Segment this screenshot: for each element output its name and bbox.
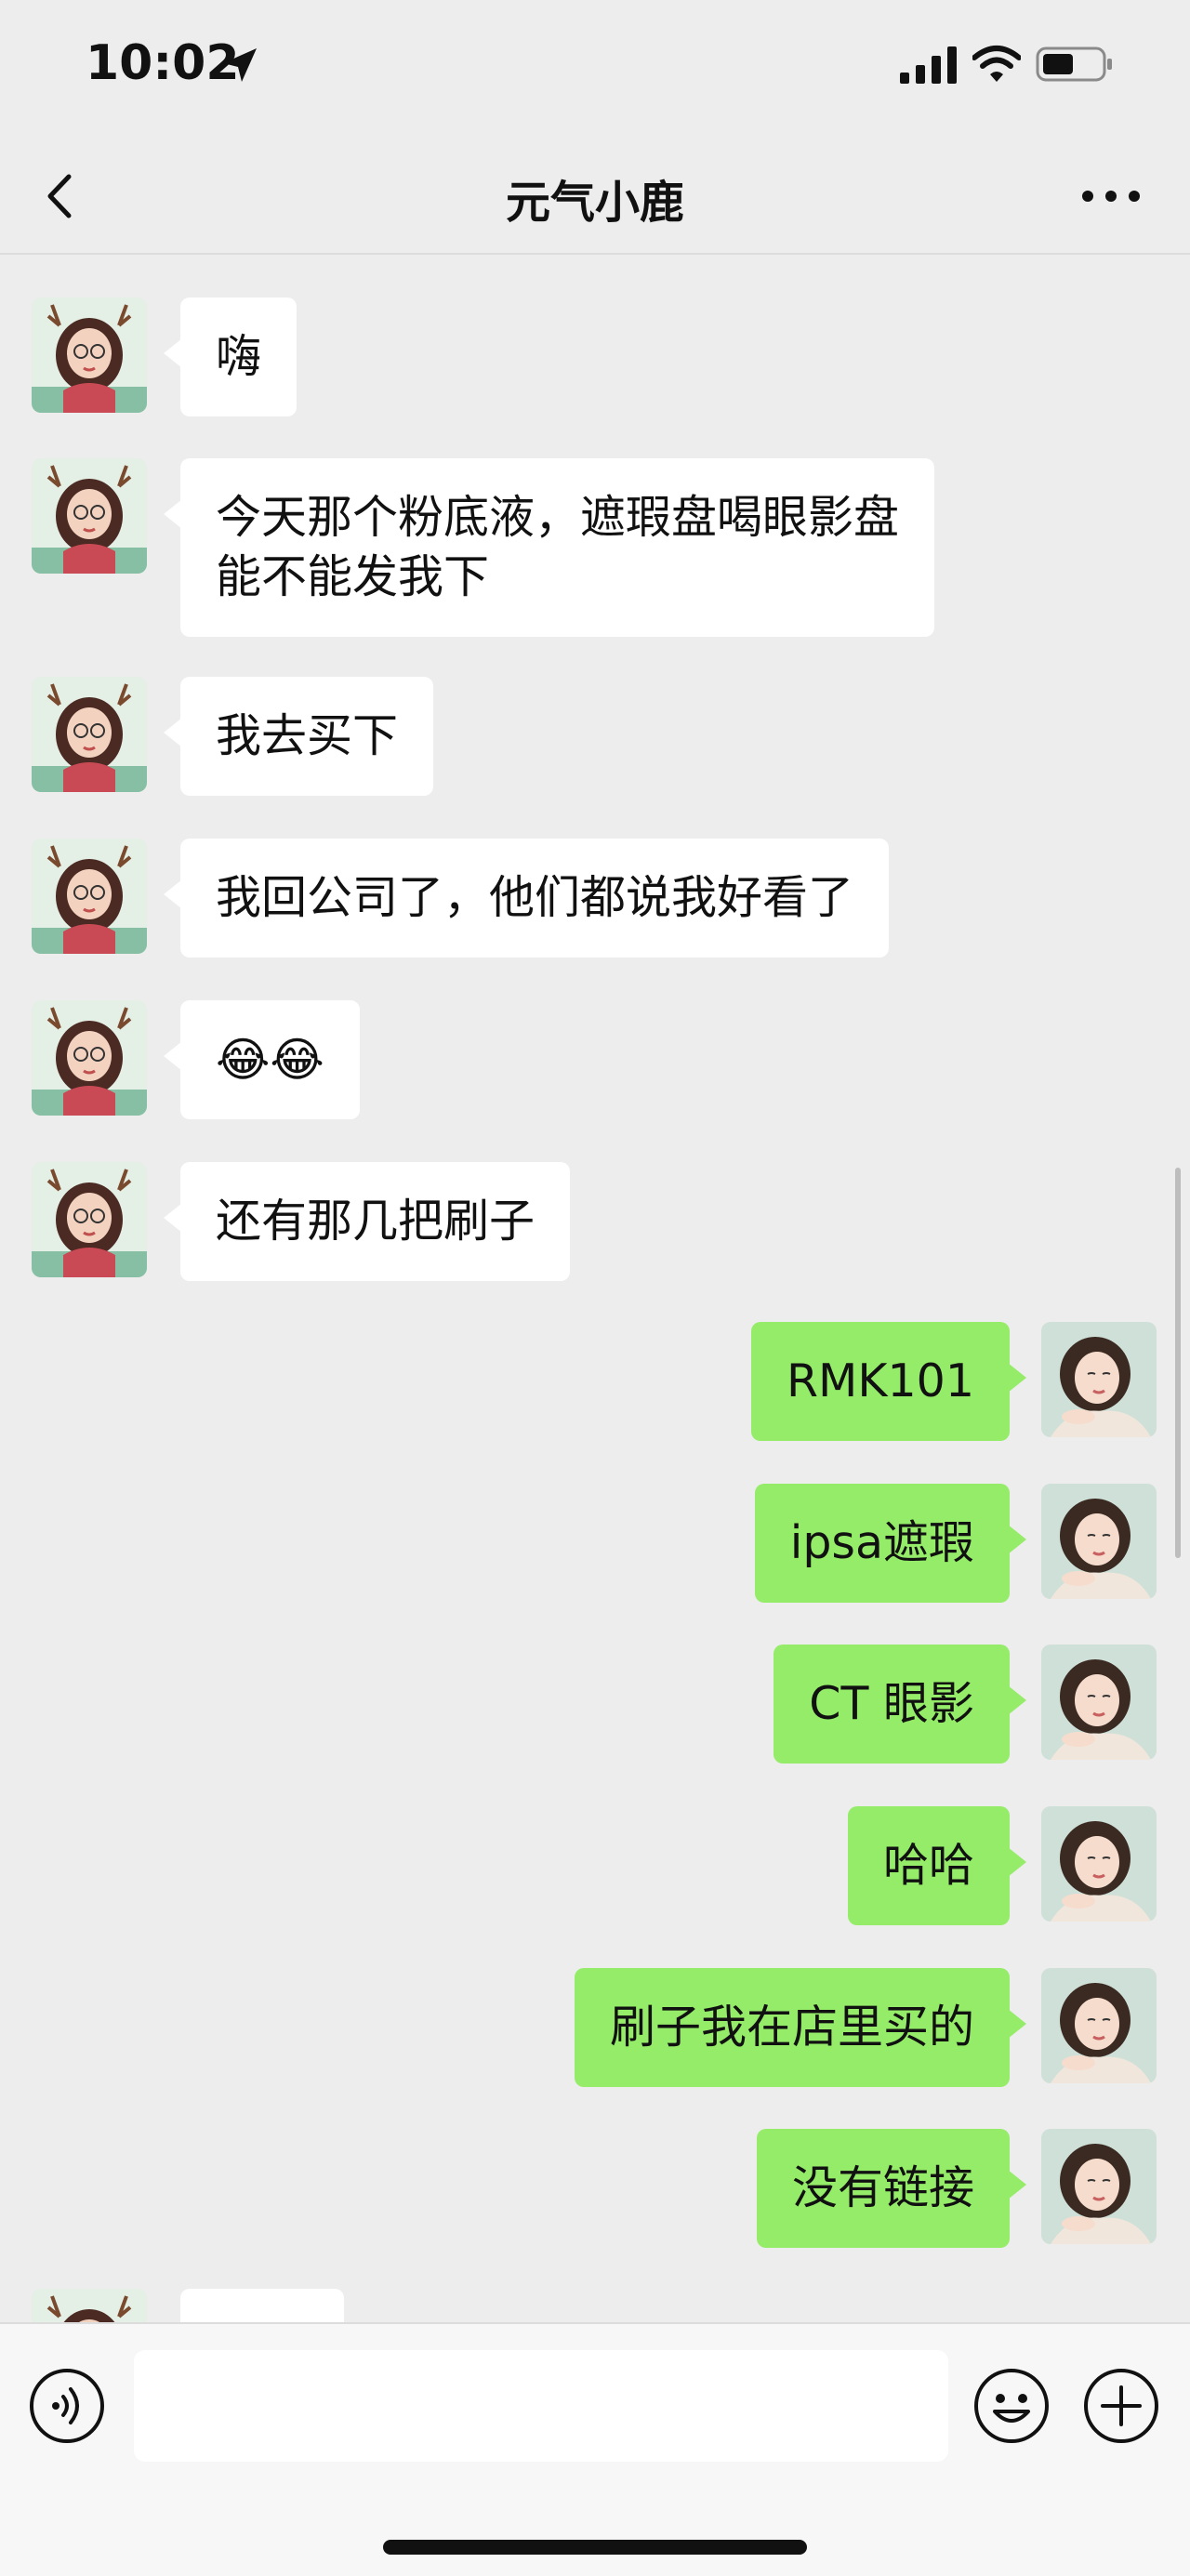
cellular-signal-icon [900, 46, 957, 84]
outgoing-message-bubble[interactable]: 刷子我在店里买的 [574, 1968, 1027, 2087]
input-bar [0, 2322, 1190, 2576]
status-bar: 10:02 [0, 0, 1190, 139]
contact-avatar[interactable] [32, 2289, 147, 2322]
user-avatar[interactable] [1041, 1484, 1157, 1599]
contact-avatar[interactable] [32, 677, 147, 792]
user-avatar[interactable] [1041, 2129, 1157, 2244]
contact-avatar[interactable] [32, 1000, 147, 1116]
chat-header: 元气小鹿 [0, 139, 1190, 255]
scrollbar[interactable] [1175, 1168, 1181, 1558]
incoming-message-bubble[interactable]: 我回公司了，他们都说我好看了 [163, 839, 890, 958]
status-time: 10:02 [86, 35, 240, 91]
more-dots-icon[interactable] [1078, 182, 1144, 210]
battery-icon [1036, 46, 1112, 82]
location-arrow-icon [223, 48, 257, 82]
incoming-message-bubble[interactable]: 😂😂 [164, 1000, 360, 1119]
outgoing-message-bubble[interactable]: CT 眼影 [774, 1645, 1026, 1764]
message-input[interactable] [134, 2350, 948, 2462]
chat-title: 元气小鹿 [505, 177, 684, 229]
outgoing-message-bubble[interactable]: 哈哈 [847, 1806, 1027, 1925]
incoming-message-bubble[interactable]: 还有那几把刷子 [163, 1162, 571, 1281]
wifi-icon [972, 46, 1021, 82]
outgoing-message-bubble[interactable]: RMK101 [751, 1322, 1026, 1441]
user-avatar[interactable] [1041, 1322, 1157, 1437]
contact-avatar[interactable] [32, 297, 147, 413]
outgoing-message-bubble[interactable]: 没有链接 [756, 2129, 1027, 2248]
user-avatar[interactable] [1041, 1806, 1157, 1922]
contact-avatar[interactable] [32, 839, 147, 954]
outgoing-message-bubble[interactable]: ipsa遮瑕 [754, 1484, 1027, 1603]
contact-avatar[interactable] [32, 1162, 147, 1277]
plus-circle-icon[interactable] [1082, 2367, 1160, 2445]
incoming-message-bubble[interactable]: 嗨 [163, 297, 298, 416]
contact-avatar[interactable] [32, 458, 147, 574]
message-row-partial [0, 2289, 1190, 2322]
incoming-message-bubble[interactable] [180, 2289, 344, 2322]
incoming-message-bubble[interactable]: 我去买下 [163, 677, 434, 796]
voice-icon[interactable] [28, 2367, 106, 2445]
user-avatar[interactable] [1041, 1645, 1157, 1760]
user-avatar[interactable] [1041, 1968, 1157, 2083]
incoming-message-bubble[interactable]: 今天那个粉底液，遮瑕盘喝眼影盘 能不能发我下 [163, 458, 935, 637]
home-indicator [383, 2540, 807, 2555]
smiley-icon[interactable] [972, 2367, 1051, 2445]
